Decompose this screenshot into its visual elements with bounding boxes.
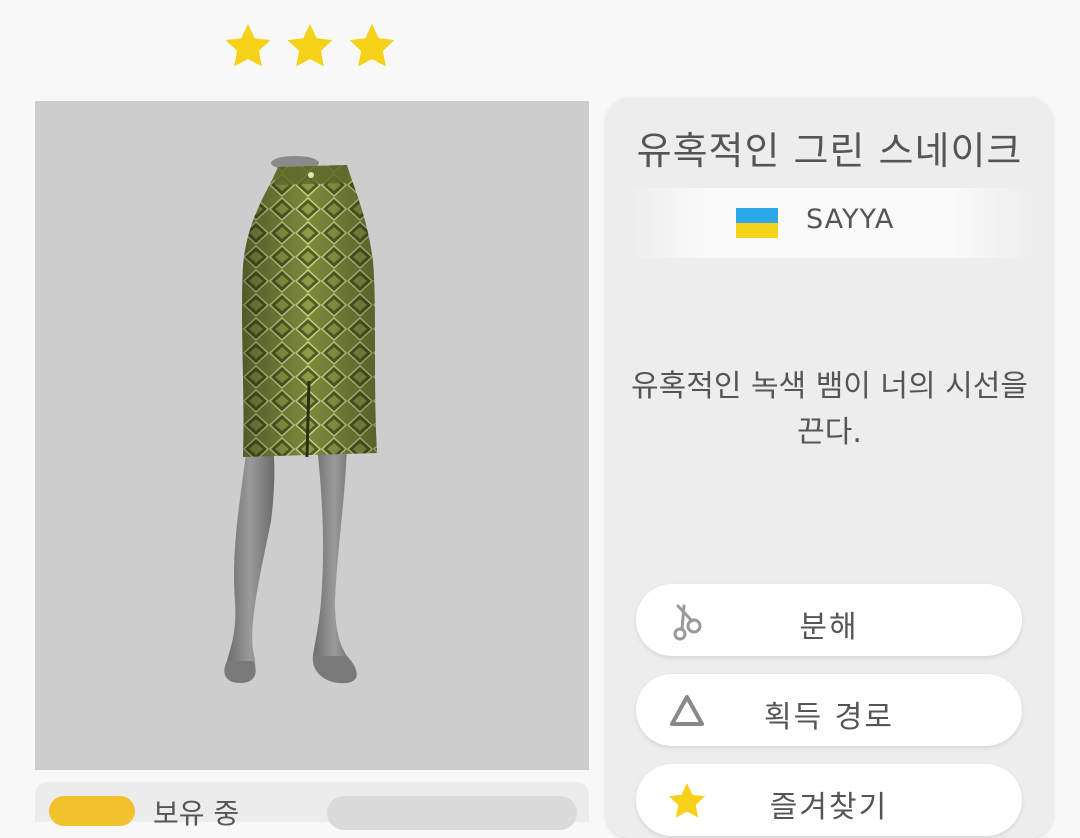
star-icon [225,23,271,67]
owned-badge [49,796,135,826]
item-info-card: 유혹적인 그린 스네이크 SAYYA 유혹적인 녹색 뱀이 너의 시선을 끈다.… [606,98,1053,838]
item-preview-panel [35,101,589,770]
item-title: 유혹적인 그린 스네이크 [636,129,1023,173]
star-icon [349,23,395,67]
brand-strip: SAYYA [626,188,1033,258]
acquisition-path-button[interactable]: 획득 경로 [636,674,1022,746]
skirt-mannequin-image [224,156,377,684]
quantity-pill[interactable] [327,796,577,830]
ukraine-flag-icon [736,208,778,238]
rarity-stars [222,20,398,72]
item-description: 유혹적인 녹색 뱀이 너의 시선을 끈다. [631,369,1028,450]
acquisition-path-label: 획득 경로 [764,700,894,735]
decompose-label: 분해 [799,610,859,645]
star-icon [287,23,333,67]
owned-status-bar: 보유 중 [35,782,589,830]
brand-name: SAYYA [806,204,895,235]
owned-label: 보유 중 [153,797,240,830]
decompose-button[interactable]: 분해 [636,584,1022,656]
favorite-button[interactable]: 즐겨찾기 [636,764,1022,836]
favorite-label: 즐겨찾기 [769,790,889,825]
